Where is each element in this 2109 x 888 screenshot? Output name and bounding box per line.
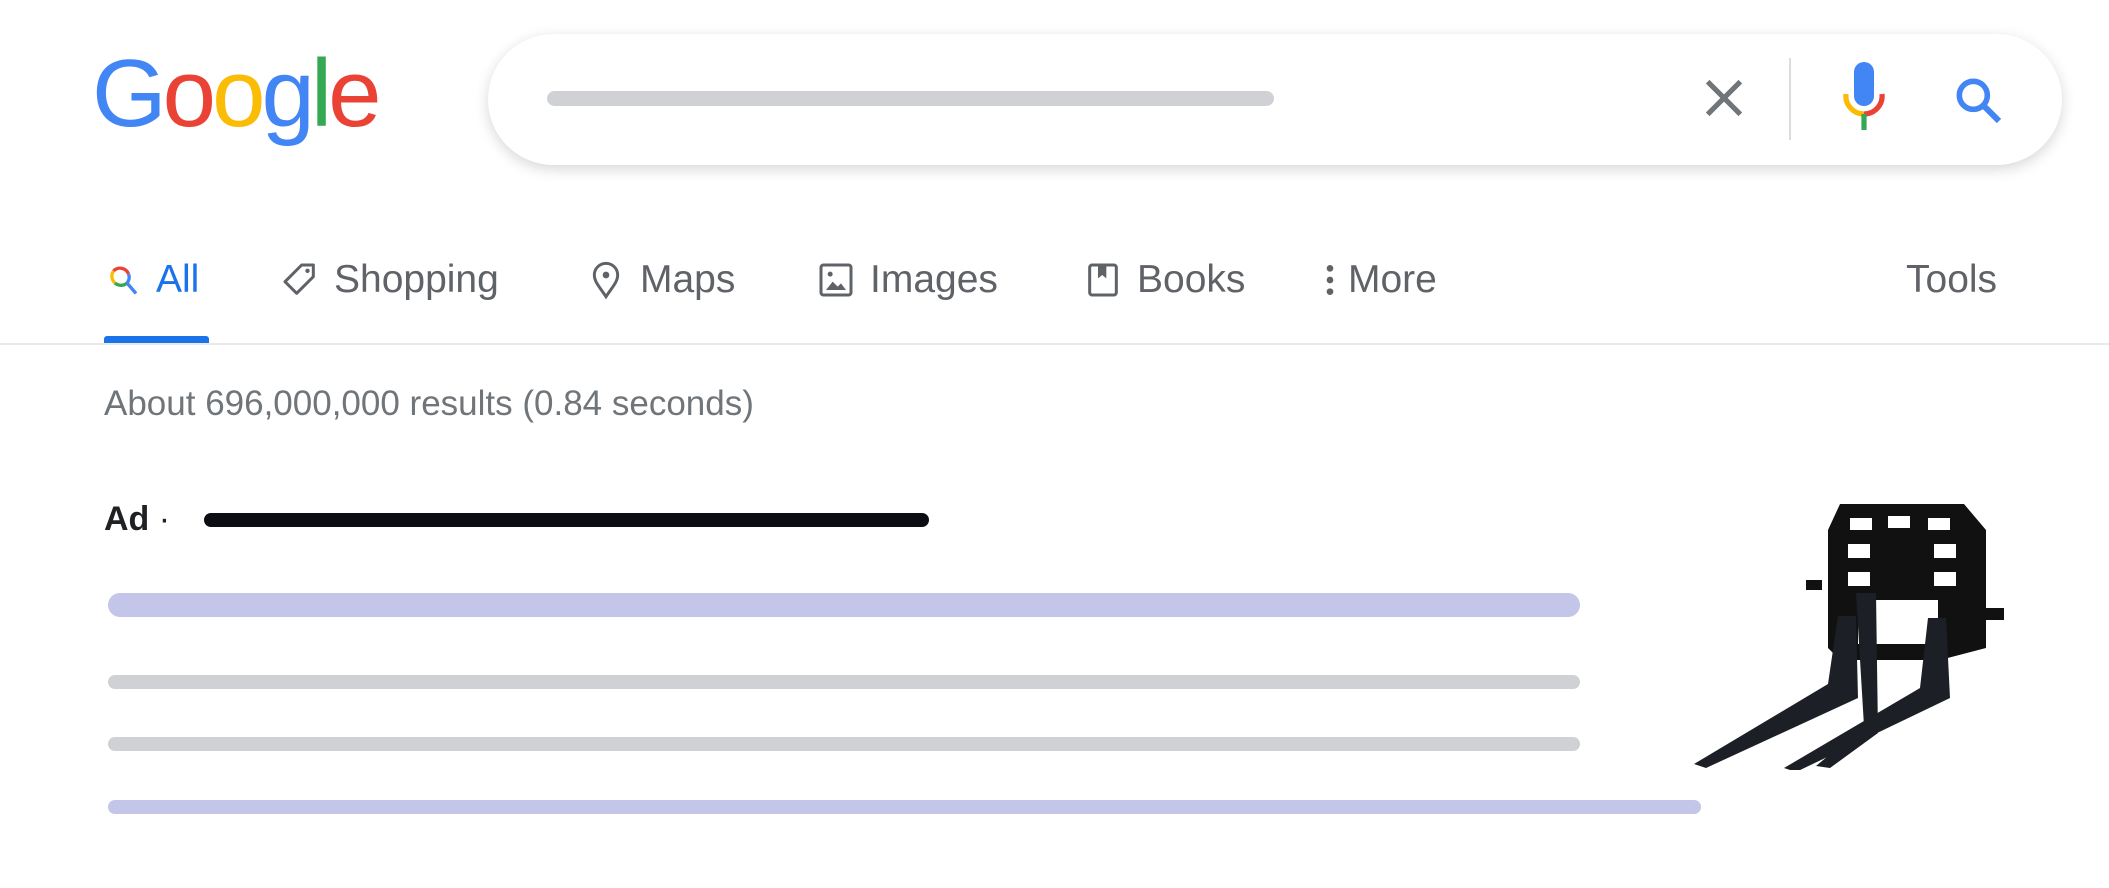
- tab-maps[interactable]: Maps: [586, 250, 735, 310]
- tab-label: Images: [870, 258, 998, 301]
- separator: ·: [158, 500, 171, 538]
- tab-images[interactable]: Images: [816, 250, 998, 310]
- ad-description-line: [108, 675, 1580, 689]
- divider: [1789, 58, 1791, 140]
- tab-books[interactable]: Books: [1083, 250, 1245, 310]
- result-stats: About 696,000,000 results (0.84 seconds): [104, 384, 754, 423]
- more-vert-icon: [1326, 265, 1334, 295]
- active-tab-indicator: [104, 336, 209, 343]
- tab-label: All: [156, 258, 200, 301]
- divider: [0, 343, 2109, 345]
- tools-button[interactable]: Tools: [1906, 250, 1997, 310]
- tag-icon: [283, 263, 315, 295]
- google-logo[interactable]: Google: [92, 46, 382, 142]
- search-icon[interactable]: [1950, 72, 2006, 128]
- tab-shopping[interactable]: Shopping: [280, 250, 499, 310]
- ad-sitelink-redacted[interactable]: [108, 800, 1701, 814]
- book-icon: [1088, 263, 1118, 297]
- tab-label: Maps: [640, 258, 736, 301]
- tab-all[interactable]: All: [106, 250, 199, 310]
- tools-label: Tools: [1906, 258, 1998, 301]
- ad-url-redacted[interactable]: [204, 513, 929, 527]
- ad-title-link-redacted[interactable]: [108, 593, 1580, 617]
- ad-description-line: [108, 737, 1580, 751]
- search-query-redacted[interactable]: [547, 91, 1274, 106]
- tab-label: Shopping: [334, 258, 499, 301]
- ad-label: Ad ·: [104, 500, 170, 539]
- close-icon[interactable]: [1696, 70, 1752, 126]
- tab-label: Books: [1137, 258, 1246, 301]
- mic-icon[interactable]: [1840, 60, 1888, 136]
- search-icon: [110, 266, 138, 295]
- tab-more[interactable]: More: [1320, 250, 1437, 310]
- ad-product-image[interactable]: [1688, 488, 2008, 770]
- tab-label: More: [1348, 258, 1437, 301]
- ad-badge: Ad: [104, 500, 150, 538]
- search-box[interactable]: [488, 34, 2062, 165]
- map-pin-icon: [592, 261, 620, 300]
- image-icon: [819, 263, 853, 297]
